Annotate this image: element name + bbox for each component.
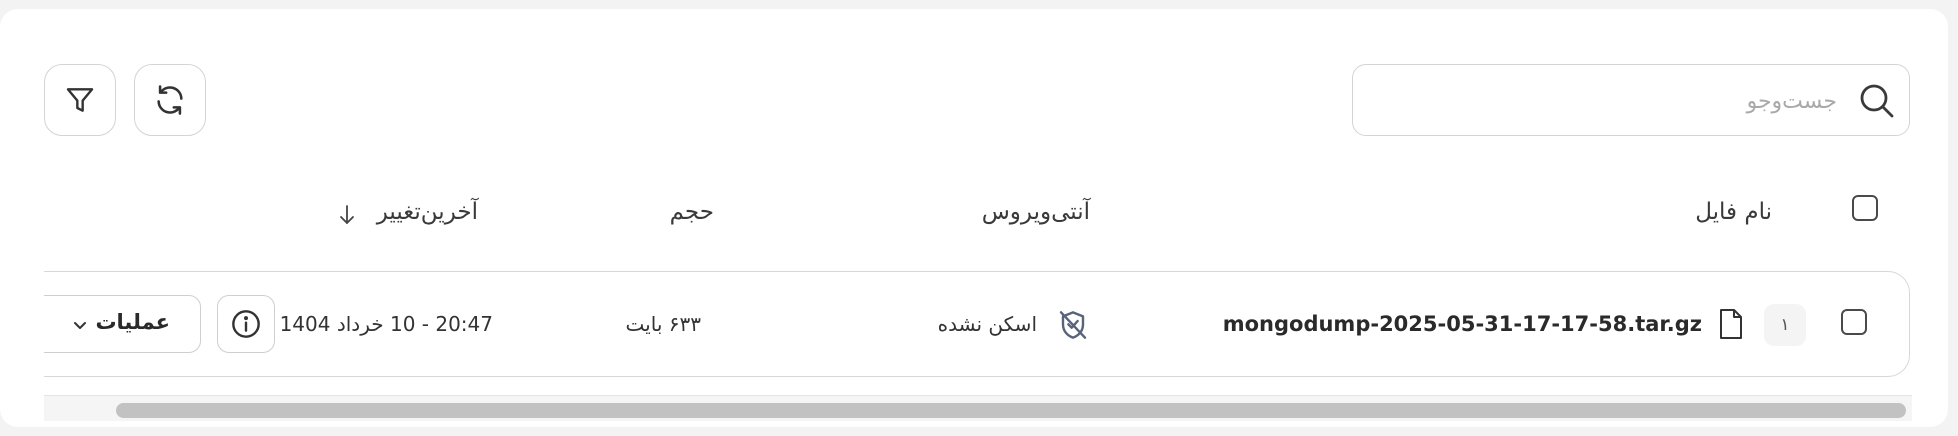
actions-dropdown[interactable]: عملیات xyxy=(44,295,201,353)
file-icon xyxy=(1720,309,1742,339)
info-icon xyxy=(232,310,260,338)
antivirus-status: اسکن نشده xyxy=(937,312,1037,336)
last-modified-date: 20:47 - 10 خرداد 1404 xyxy=(279,312,493,336)
refresh-button[interactable] xyxy=(134,64,206,136)
actions-label: عملیات xyxy=(95,310,170,334)
column-header-antivirus[interactable]: آنتی‌ویروس xyxy=(982,199,1090,225)
chevron-down-icon xyxy=(74,322,86,329)
select-all-checkbox[interactable] xyxy=(1852,195,1878,221)
column-header-file-name[interactable]: نام فایل xyxy=(1695,199,1772,225)
search-icon[interactable] xyxy=(1857,81,1897,121)
column-header-size[interactable]: حجم xyxy=(670,199,714,225)
file-name[interactable]: mongodump-2025-05-31-17-17-58.tar.gz xyxy=(1223,272,1702,376)
sort-arrow-down-icon[interactable] xyxy=(338,204,356,226)
table-row[interactable]: ۱ mongodump-2025-05-31-17-17-58.tar.gz ا… xyxy=(44,271,1910,377)
search-input[interactable] xyxy=(1369,65,1839,137)
info-button[interactable] xyxy=(217,295,275,353)
refresh-icon xyxy=(157,85,183,115)
file-size: ۶۳۳ بایت xyxy=(625,312,701,336)
row-checkbox[interactable] xyxy=(1841,309,1867,335)
filter-icon xyxy=(66,88,94,112)
table-scroll-viewport: ۱ mongodump-2025-05-31-17-17-58.tar.gz ا… xyxy=(44,271,1912,421)
horizontal-scrollbar[interactable] xyxy=(44,395,1912,421)
column-header-last-modified[interactable]: آخرین‌تغییر xyxy=(377,199,478,225)
scrollbar-thumb[interactable] xyxy=(116,403,1906,418)
search-box[interactable] xyxy=(1352,64,1910,137)
shield-off-icon xyxy=(1059,311,1087,339)
file-list-card: نام فایل آنتی‌ویروس حجم آخرین‌تغییر ۱ mo… xyxy=(0,9,1948,427)
filter-button[interactable] xyxy=(44,64,116,136)
row-number: ۱ xyxy=(1764,304,1806,346)
